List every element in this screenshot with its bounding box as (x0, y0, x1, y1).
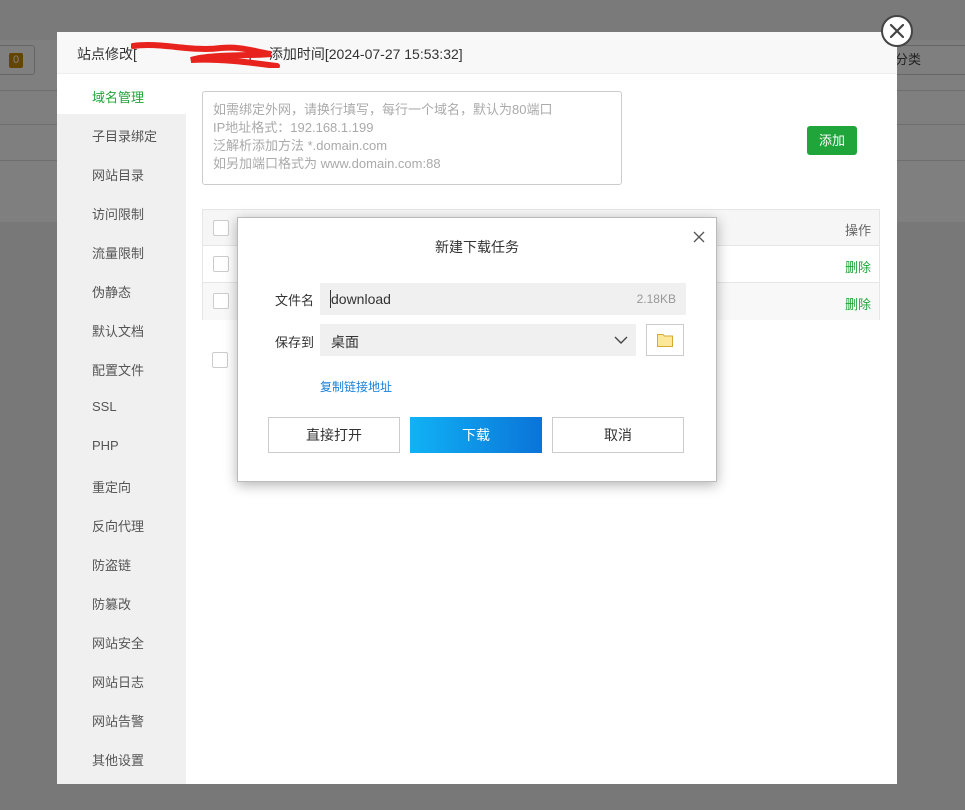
sidebar-item-default-document[interactable]: 默认文档 (92, 321, 144, 340)
folder-icon (657, 334, 673, 347)
sidebar-item-config-file[interactable]: 配置文件 (92, 360, 144, 379)
close-icon (890, 24, 904, 38)
filename-value: download (331, 291, 391, 307)
sidebar-item-ssl[interactable]: SSL (92, 399, 117, 414)
domain-placeholder-line: 如需绑定外网，请换行填写，每行一个域名，默认为80端口 (213, 102, 553, 117)
download-dialog: 新建下载任务 文件名 download 2.18KB 保存到 桌面 复制链接地址… (237, 217, 717, 482)
sidebar-item-hotlink-protection[interactable]: 防盗链 (92, 555, 131, 574)
batch-checkbox[interactable] (212, 352, 228, 368)
copy-link-address[interactable]: 复制链接地址 (320, 378, 392, 395)
domain-input[interactable]: 如需绑定外网，请换行填写，每行一个域名，默认为80端口 IP地址格式：192.1… (202, 91, 622, 185)
file-size: 2.18KB (636, 292, 676, 306)
select-all-checkbox[interactable] (213, 220, 229, 236)
settings-sidebar: 域名管理 子目录绑定 网站目录 访问限制 流量限制 伪静态 默认文档 配置文件 … (57, 74, 186, 784)
filename-field[interactable]: download 2.18KB (320, 283, 686, 315)
sidebar-item-site-security[interactable]: 网站安全 (92, 633, 144, 652)
close-icon[interactable] (692, 230, 706, 244)
sidebar-item-subdirectory-binding[interactable]: 子目录绑定 (92, 126, 157, 145)
cancel-button[interactable]: 取消 (552, 417, 684, 453)
chevron-down-icon (614, 336, 628, 344)
sidebar-item-domain-management[interactable]: 域名管理 (92, 87, 144, 106)
sidebar-item-site-log[interactable]: 网站日志 (92, 672, 144, 691)
domain-placeholder-line: 如另加端口格式为 www.domain.com:88 (213, 156, 441, 171)
save-location-value: 桌面 (331, 334, 359, 350)
sidebar-item-site-alert[interactable]: 网站告警 (92, 711, 144, 730)
sidebar-item-traffic-limit[interactable]: 流量限制 (92, 243, 144, 262)
delete-link[interactable]: 删除 (845, 294, 871, 313)
sidebar-item-other-settings[interactable]: 其他设置 (92, 750, 144, 769)
close-modal-button[interactable] (881, 15, 913, 47)
sidebar-item-redirect[interactable]: 重定向 (92, 477, 131, 496)
delete-link[interactable]: 删除 (845, 257, 871, 276)
sidebar-item-reverse-proxy[interactable]: 反向代理 (92, 516, 144, 535)
save-location-select[interactable]: 桌面 (320, 324, 636, 356)
sidebar-item-rewrite[interactable]: 伪静态 (92, 282, 131, 301)
open-directly-button[interactable]: 直接打开 (268, 417, 400, 453)
add-domain-button[interactable]: 添加 (807, 126, 857, 155)
download-button[interactable]: 下载 (410, 417, 542, 453)
save-location-label: 保存到 (275, 335, 315, 350)
row-checkbox[interactable] (213, 293, 229, 309)
sidebar-item-site-directory[interactable]: 网站目录 (92, 165, 144, 184)
modal-header: 站点修改[] -- 添加时间[2024-07-27 15:53:32] (57, 32, 897, 74)
operation-column-header: 操作 (844, 223, 871, 238)
row-checkbox[interactable] (213, 256, 229, 272)
modal-title-prefix: 站点修改[ (77, 46, 137, 62)
browse-folder-button[interactable] (646, 324, 684, 356)
sidebar-item-tamper-protection[interactable]: 防篡改 (92, 594, 131, 613)
sidebar-item-access-limit[interactable]: 访问限制 (92, 204, 144, 223)
domain-placeholder-line: IP地址格式：192.168.1.199 (213, 120, 374, 135)
sidebar-item-php[interactable]: PHP (92, 438, 119, 453)
redaction-mark (131, 42, 280, 68)
download-dialog-title: 新建下载任务 (435, 239, 519, 255)
domain-placeholder-line: 泛解析添加方法 *.domain.com (213, 138, 388, 153)
filename-label: 文件名 (275, 293, 315, 308)
